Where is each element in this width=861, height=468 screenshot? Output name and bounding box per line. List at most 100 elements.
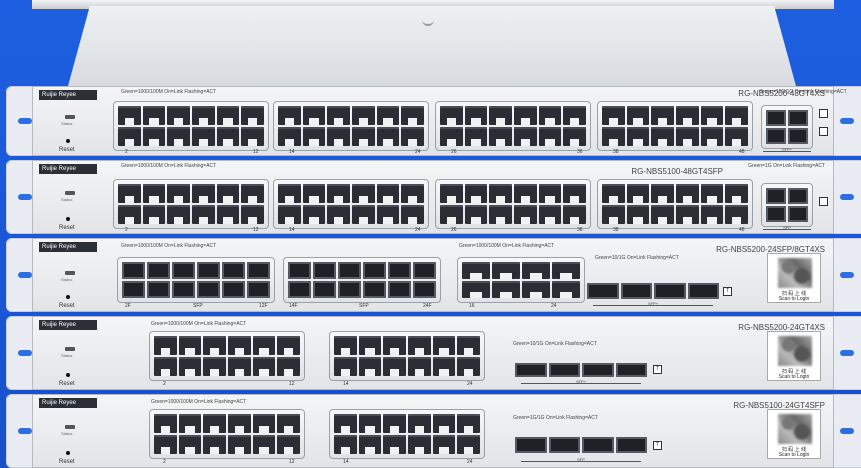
sfp-plus-port[interactable]: [587, 283, 619, 299]
rj45-port[interactable]: [358, 336, 382, 356]
rj45-port[interactable]: [457, 414, 480, 434]
sfp-port[interactable]: [122, 262, 145, 279]
rj45-port[interactable]: [489, 127, 512, 147]
rj45-port[interactable]: [252, 336, 276, 356]
sfp-port[interactable]: [147, 281, 170, 298]
sfp-plus-port[interactable]: [687, 283, 719, 299]
rj45-port[interactable]: [241, 127, 264, 147]
rj45-port[interactable]: [178, 336, 202, 356]
rj45-port[interactable]: [227, 336, 251, 356]
rj45-port[interactable]: [462, 262, 490, 279]
rj45-port[interactable]: [407, 357, 431, 377]
sfp-port[interactable]: [766, 128, 786, 144]
rj45-port[interactable]: [522, 281, 550, 298]
rj45-port[interactable]: [489, 205, 512, 225]
qr-code[interactable]: 扫 码 上 线 Scan to Login: [767, 331, 821, 381]
rj45-port[interactable]: [191, 106, 215, 126]
rj45-port[interactable]: [241, 106, 264, 126]
rj45-port[interactable]: [142, 205, 166, 225]
sfp-plus-port[interactable]: [548, 363, 580, 377]
rj45-port[interactable]: [626, 184, 650, 204]
rj45-port[interactable]: [464, 106, 488, 126]
rj45-port[interactable]: [327, 127, 350, 147]
rj45-port[interactable]: [440, 127, 463, 147]
sfp-port[interactable]: [363, 281, 386, 298]
rj45-port[interactable]: [432, 435, 456, 455]
rj45-port[interactable]: [552, 281, 580, 298]
rj45-port[interactable]: [191, 184, 215, 204]
sfp-port[interactable]: [122, 281, 145, 298]
rj45-port[interactable]: [278, 184, 301, 204]
sfp-port[interactable]: [313, 281, 336, 298]
rj45-port[interactable]: [700, 127, 724, 147]
rj45-port[interactable]: [203, 357, 226, 377]
rj45-port[interactable]: [602, 184, 625, 204]
rj45-port[interactable]: [464, 184, 488, 204]
rj45-port[interactable]: [216, 106, 240, 126]
rj45-port[interactable]: [278, 127, 301, 147]
rj45-port[interactable]: [457, 435, 480, 455]
rj45-port[interactable]: [351, 184, 375, 204]
rj45-port[interactable]: [440, 205, 463, 225]
rj45-port[interactable]: [154, 336, 177, 356]
rj45-port[interactable]: [492, 281, 520, 298]
rj45-port[interactable]: [489, 106, 512, 126]
rj45-port[interactable]: [538, 127, 562, 147]
rj45-port[interactable]: [563, 205, 586, 225]
rj45-port[interactable]: [191, 205, 215, 225]
rj45-port[interactable]: [513, 127, 537, 147]
rj45-port[interactable]: [440, 106, 463, 126]
qr-code[interactable]: 扫 码 上 线 Scan to Login: [767, 253, 821, 303]
rj45-port[interactable]: [302, 127, 326, 147]
rj45-port[interactable]: [154, 414, 177, 434]
rj45-port[interactable]: [167, 127, 190, 147]
rj45-port[interactable]: [538, 205, 562, 225]
rj45-port[interactable]: [522, 262, 550, 279]
rj45-port[interactable]: [358, 414, 382, 434]
rj45-port[interactable]: [351, 205, 375, 225]
console-port[interactable]: [819, 109, 828, 118]
rj45-port[interactable]: [277, 357, 300, 377]
rj45-port[interactable]: [383, 357, 406, 377]
rj45-port[interactable]: [464, 205, 488, 225]
rj45-port[interactable]: [700, 184, 724, 204]
rj45-port[interactable]: [252, 435, 276, 455]
sfp-port[interactable]: [197, 281, 220, 298]
rj45-port[interactable]: [334, 336, 357, 356]
rj45-port[interactable]: [327, 184, 350, 204]
sfp-port[interactable]: [288, 281, 311, 298]
sfp-port[interactable]: [147, 262, 170, 279]
rj45-port[interactable]: [118, 184, 141, 204]
rj45-port[interactable]: [602, 127, 625, 147]
rj45-port[interactable]: [203, 414, 226, 434]
sfp-plus-port[interactable]: [515, 363, 547, 377]
rj45-port[interactable]: [383, 414, 406, 434]
rj45-port[interactable]: [142, 127, 166, 147]
sfp-port[interactable]: [788, 128, 808, 144]
rj45-port[interactable]: [675, 106, 699, 126]
rj45-port[interactable]: [327, 205, 350, 225]
rj45-port[interactable]: [725, 205, 748, 225]
rj45-port[interactable]: [154, 435, 177, 455]
rj45-port[interactable]: [241, 205, 264, 225]
rj45-port[interactable]: [675, 205, 699, 225]
sfp-port[interactable]: [388, 281, 411, 298]
console-port[interactable]: [819, 127, 828, 136]
rj45-port[interactable]: [118, 205, 141, 225]
rj45-port[interactable]: [563, 184, 586, 204]
sfp-port[interactable]: [363, 262, 386, 279]
rj45-port[interactable]: [725, 106, 748, 126]
sfp-plus-port[interactable]: [620, 283, 652, 299]
rj45-port[interactable]: [651, 205, 674, 225]
rj45-port[interactable]: [142, 184, 166, 204]
rj45-port[interactable]: [383, 435, 406, 455]
rj45-port[interactable]: [178, 414, 202, 434]
rj45-port[interactable]: [401, 106, 424, 126]
rj45-port[interactable]: [154, 357, 177, 377]
sfp-port[interactable]: [788, 110, 808, 126]
sfp-port[interactable]: [338, 281, 361, 298]
sfp-port[interactable]: [313, 262, 336, 279]
sfp-port[interactable]: [515, 437, 547, 453]
sfp-port[interactable]: [615, 437, 647, 453]
rj45-port[interactable]: [327, 106, 350, 126]
